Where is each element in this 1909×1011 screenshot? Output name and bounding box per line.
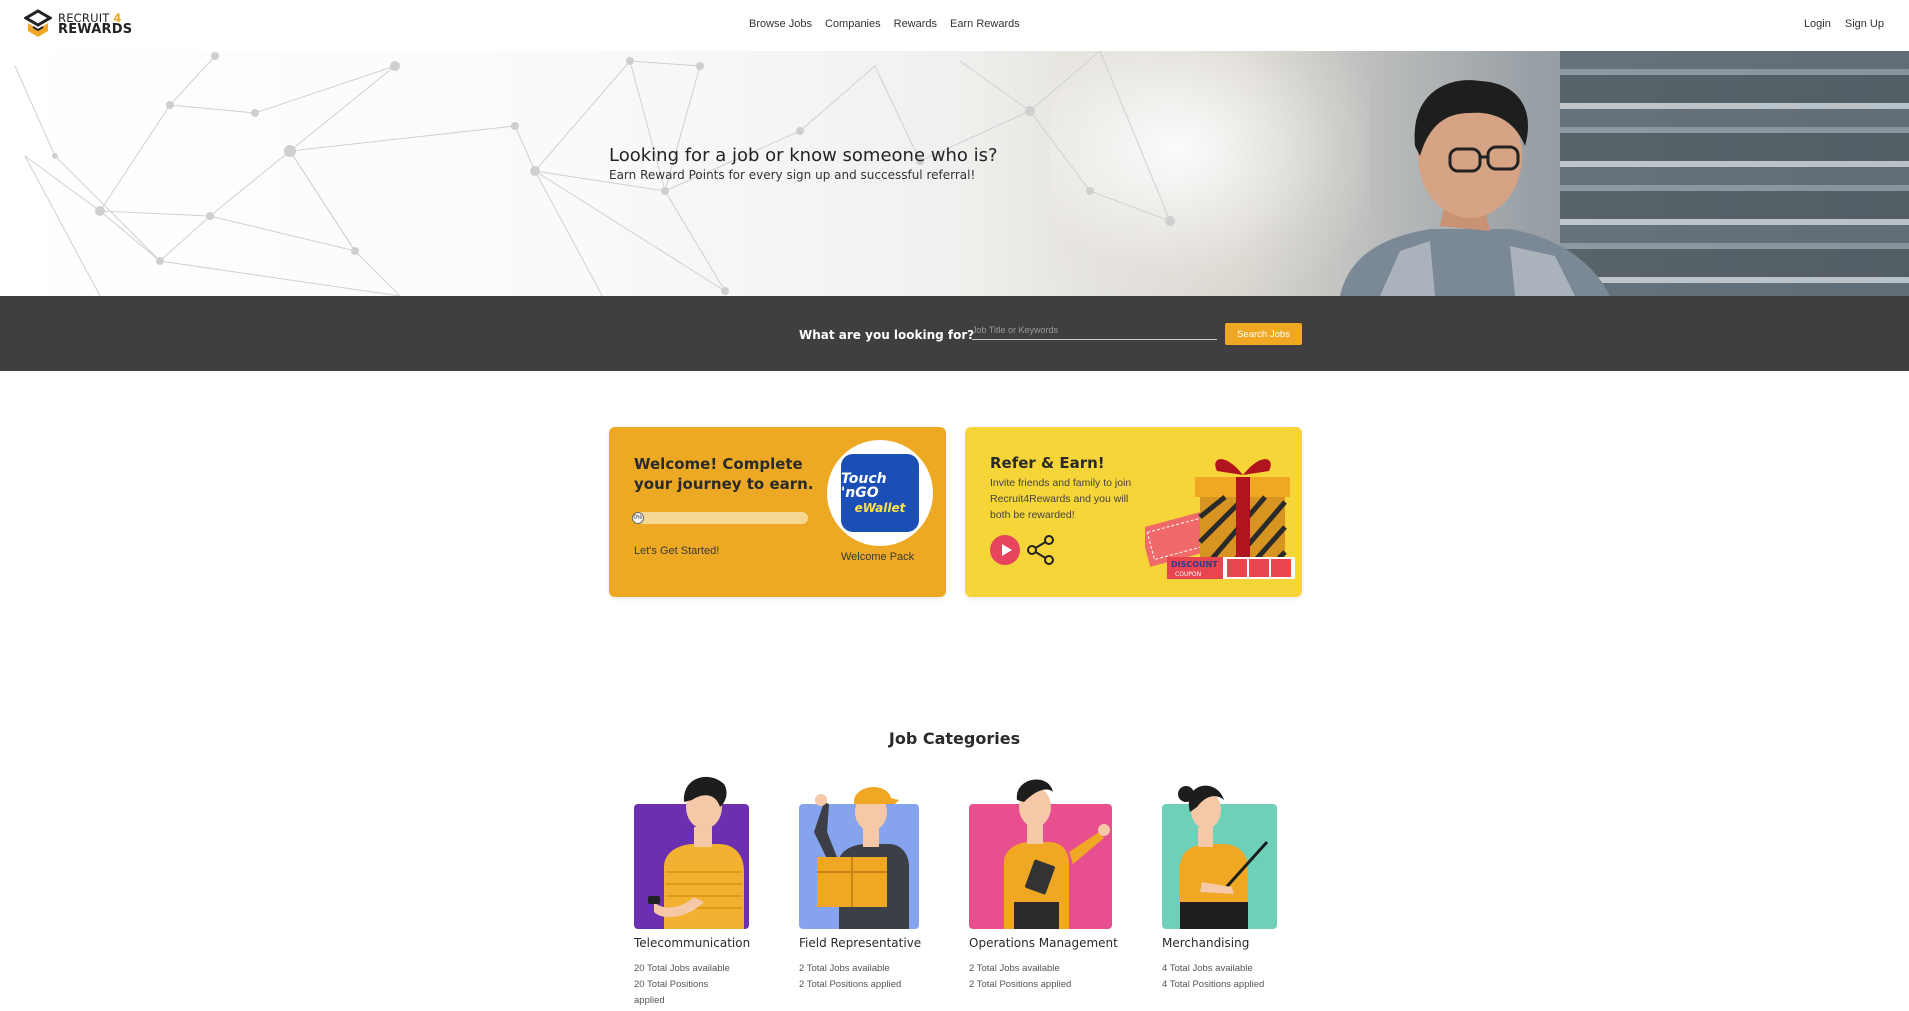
welcome-card-title: Welcome! Complete your journey to earn. [634, 455, 814, 493]
search-bar: What are you looking for? Search Jobs [0, 296, 1909, 371]
nav-rewards[interactable]: Rewards [894, 18, 937, 30]
site-header: RECRUIT 4 REWARDS Browse Jobs Companies … [0, 0, 1909, 51]
category-name: Operations Management [969, 936, 1118, 950]
category-positions-count: 20 Total Positions [634, 979, 709, 990]
tng-logo-line2: eWallet [854, 501, 906, 515]
hero-title: Looking for a job or know someone who is… [609, 145, 998, 166]
category-jobs-count: 2 Total Jobs available [969, 963, 1060, 974]
category-jobs-count: 20 Total Jobs available [634, 963, 730, 974]
network-pattern-graphic [14, 51, 1175, 296]
refer-card-description: Invite friends and family to join Recrui… [990, 477, 1132, 521]
signup-link[interactable]: Sign Up [1845, 18, 1884, 30]
operations-manager-illustration [1004, 779, 1110, 929]
hero-banner: Looking for a job or know someone who is… [0, 51, 1909, 296]
category-name: Telecommunication [634, 936, 751, 950]
hero-person-image [1340, 80, 1610, 296]
auth-links: Login Sign Up [1804, 18, 1884, 30]
welcome-pack-reward[interactable]: Touch 'nGO eWallet [827, 440, 933, 546]
logo-line2: REWARDS [58, 22, 133, 37]
nav-earn-rewards[interactable]: Earn Rewards [950, 18, 1020, 30]
svg-text:COUPON: COUPON [1175, 571, 1201, 578]
category-positions-count: 4 Total Positions applied [1162, 979, 1265, 990]
hero-text-block: Looking for a job or know someone who is… [609, 145, 998, 182]
search-jobs-button[interactable]: Search Jobs [1225, 323, 1302, 345]
touch-n-go-ewallet-logo: Touch 'nGO eWallet [841, 454, 919, 532]
tng-logo-line1: Touch 'nGO [841, 471, 887, 501]
category-name: Field Representative [799, 936, 922, 950]
get-started-link[interactable]: Let's Get Started! [634, 545, 719, 557]
brand-logo[interactable]: RECRUIT 4 REWARDS [24, 9, 132, 39]
telecommunication-worker-illustration [648, 776, 744, 929]
login-link[interactable]: Login [1804, 18, 1831, 30]
category-name: Merchandising [1162, 936, 1250, 950]
category-positions-count-line2: applied [634, 995, 665, 1006]
category-jobs-count: 2 Total Jobs available [799, 963, 890, 974]
coupon-text: DISCOUNT [1171, 560, 1218, 569]
play-icon[interactable] [990, 535, 1020, 565]
category-jobs-count: 4 Total Jobs available [1162, 963, 1253, 974]
logo-mark-icon [24, 9, 52, 37]
journey-progress-bar: 0% [632, 512, 808, 524]
hero-subtitle: Earn Reward Points for every sign up and… [609, 168, 976, 182]
field-representative-illustration [814, 786, 909, 929]
main-nav: Browse Jobs Companies Rewards Earn Rewar… [749, 18, 1020, 30]
category-positions-count: 2 Total Positions applied [799, 979, 902, 990]
welcome-pack-label: Welcome Pack [841, 551, 915, 563]
welcome-journey-card[interactable]: Welcome! Complete your journey to earn. … [609, 427, 946, 597]
progress-percent: 0% [632, 512, 644, 524]
refer-earn-card[interactable]: Refer & Earn! Invite friends and family … [965, 427, 1302, 597]
gift-box-illustration: DISCOUNT COUPON [1145, 459, 1295, 579]
category-positions-count: 2 Total Positions applied [969, 979, 1072, 990]
job-categories-title: Job Categories [888, 729, 1021, 748]
nav-browse-jobs[interactable]: Browse Jobs [749, 18, 812, 30]
search-label: What are you looking for? [799, 328, 975, 342]
search-input[interactable] [972, 320, 1217, 340]
logo-wordmark: RECRUIT 4 REWARDS [58, 12, 132, 36]
share-icon[interactable] [1025, 534, 1057, 566]
refer-card-title: Refer & Earn! [990, 454, 1105, 472]
nav-companies[interactable]: Companies [825, 18, 881, 30]
merchandiser-illustration [1178, 785, 1269, 929]
